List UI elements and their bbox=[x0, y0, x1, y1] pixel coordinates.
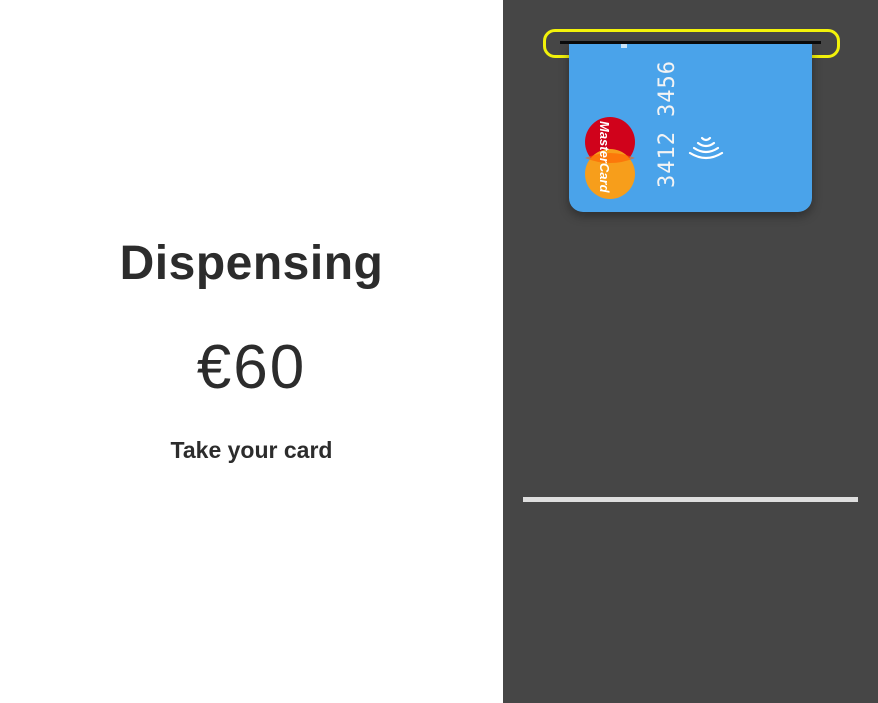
card-edge-mark bbox=[621, 44, 627, 48]
bank-card[interactable]: 3412 3456 MasterCard bbox=[569, 44, 812, 212]
card-number-group: 3412 bbox=[655, 131, 680, 188]
display-panel: Dispensing €60 Take your card bbox=[0, 0, 503, 703]
card-number: 3412 3456 bbox=[653, 44, 683, 188]
mastercard-brand-text: MasterCard bbox=[597, 121, 612, 194]
atm-machine-panel: 3412 3456 MasterCard bbox=[503, 0, 878, 703]
cash-dispenser-slot bbox=[523, 497, 858, 502]
atm-screen: Dispensing €60 Take your card 3412 3456 M… bbox=[0, 0, 878, 703]
contactless-icon bbox=[687, 132, 725, 164]
dispense-amount: €60 bbox=[196, 333, 307, 402]
status-title: Dispensing bbox=[119, 237, 384, 290]
card-number-group: 3456 bbox=[655, 60, 680, 118]
mastercard-logo-icon: MasterCard bbox=[583, 116, 637, 202]
instruction-text: Take your card bbox=[170, 437, 333, 463]
card-slot bbox=[560, 41, 821, 44]
